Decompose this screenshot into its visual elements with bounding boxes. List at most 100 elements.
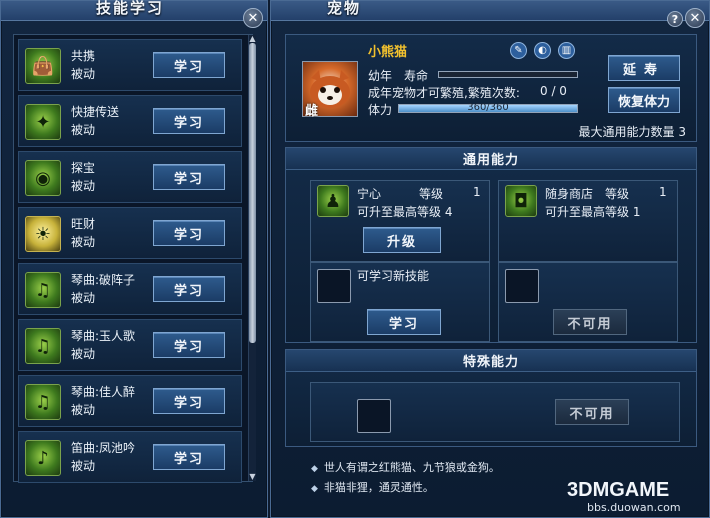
ability-slot-1: ♟ 宁心 等级 1 可升至最高等级 4 升级 (310, 180, 490, 262)
skill-row: ♪ 笛曲:凤池吟 被动 学习 (18, 431, 242, 483)
skill-name: 旺财 (71, 217, 96, 231)
skill-panel-close-button[interactable]: ✕ (243, 8, 263, 28)
zither-icon: ♫ (25, 328, 61, 364)
zither-icon: ♫ (25, 384, 61, 420)
skill-type: 被动 (71, 291, 96, 305)
learn-skill-button[interactable]: 学习 (153, 444, 225, 470)
learn-new-text: 可学习新技能 (357, 269, 430, 283)
unavailable-button[interactable]: 不可用 (553, 309, 627, 335)
skill-type: 被动 (71, 235, 96, 249)
diamond-bullet-icon: ◆ (311, 484, 318, 494)
skill-row: 👜 共携 被动 学习 (18, 39, 242, 91)
learn-skill-button[interactable]: 学习 (153, 164, 225, 190)
upgrade-button[interactable]: 升级 (363, 227, 441, 253)
learn-skill-button[interactable]: 学习 (153, 388, 225, 414)
learn-skill-button[interactable]: 学习 (153, 220, 225, 246)
flute-icon: ♪ (25, 440, 61, 476)
swirl-icon: ◐ (538, 45, 547, 56)
trash-icon: ▥ (561, 45, 572, 56)
learn-skill-button[interactable]: 学习 (153, 332, 225, 358)
pet-note-2: ◆ 非猫非狸，通灵通性。 (311, 479, 434, 495)
bag-icon: 👜 (25, 48, 61, 84)
restore-stamina-button[interactable]: 恢复体力 (608, 87, 680, 113)
watermark-site: bbs.duowan.com (587, 501, 681, 514)
skill-row: ☀ 旺财被动 学习 (18, 207, 242, 259)
skill-name: 琴曲:佳人醉 (71, 385, 136, 399)
pen-icon: ✎ (514, 45, 523, 56)
lifespan-label: 寿命 (404, 69, 429, 83)
delete-button[interactable]: ▥ (558, 42, 575, 59)
edit-name-button[interactable]: ✎ (510, 42, 527, 59)
empty-ability-icon (505, 269, 539, 303)
skill-row: ✦ 快捷传送 被动 学习 (18, 95, 242, 147)
special-unavailable-button[interactable]: 不可用 (555, 399, 629, 425)
pet-note-1: ◆ 世人有谓之红熊猫、九节狼或金狗。 (311, 459, 500, 475)
skill-glyph: 👜 (31, 55, 55, 77)
skill-glyph: ♫ (34, 391, 52, 413)
ability-slot-4: 不可用 (498, 262, 678, 342)
extend-lifespan-button[interactable]: 延寿 (608, 55, 680, 81)
skill-name: 琴曲:玉人歌 (71, 329, 136, 343)
ability-level-label: 等级 (605, 187, 630, 201)
skill-glyph: ♫ (34, 335, 52, 357)
release-button[interactable]: ◐ (534, 42, 551, 59)
sun-moon-icon: ☀ (25, 216, 61, 252)
skill-glyph: ◉ (35, 167, 51, 189)
teleport-icon: ✦ (25, 104, 61, 140)
skill-type: 被动 (71, 347, 96, 361)
pet-name: 小熊猫 (368, 45, 408, 60)
breed-text: 成年宠物才可繁殖,繁殖次数: (368, 86, 520, 100)
empty-ability-icon (317, 269, 351, 303)
watermark-brand: 3DMGAME (567, 479, 670, 501)
meditation-glyph: ♟ (324, 190, 342, 212)
ability-name: 随身商店 (545, 187, 594, 201)
special-ability-slot: 不可用 (310, 382, 680, 442)
stamina-label: 体力 (368, 103, 393, 117)
skill-row: ♫ 琴曲:玉人歌 被动 学习 (18, 319, 242, 371)
lifespan-bar (438, 71, 578, 78)
stamina-bar: 360/360 (398, 102, 578, 113)
scroll-up-arrow-icon[interactable]: ▲ (248, 35, 257, 43)
ability-level-label: 等级 (419, 187, 444, 201)
skill-type: 被动 (71, 403, 96, 417)
skill-type: 被动 (71, 179, 96, 193)
learn-ability-button[interactable]: 学习 (367, 309, 441, 335)
pet-panel-title: 宠物 (327, 0, 362, 17)
skill-glyph: ✦ (35, 111, 51, 133)
skill-type: 被动 (71, 123, 96, 137)
ability-max-level: 可升至最高等级 4 (357, 205, 453, 219)
help-button[interactable]: ? (667, 11, 683, 27)
meditation-icon: ♟ (317, 185, 349, 217)
skill-learning-panel: 技能学习 ✕ ▲ ▼ 👜 共携 被动 学习 ✦ 快捷传送 被动 学习 ◉ 探宝 被动 学习 ☀ 旺财 被动学… (0, 0, 268, 518)
pet-note-text: 非猫非狸，通灵通性。 (323, 481, 434, 494)
skill-name: 琴曲:破阵子 (71, 273, 136, 287)
pet-stage: 幼年 (368, 69, 393, 83)
skill-type: 被动 (71, 459, 96, 473)
ability-slot-3: 可学习新技能 学习 (310, 262, 490, 342)
learn-skill-button[interactable]: 学习 (153, 108, 225, 134)
shop-glyph: ◘ (513, 190, 529, 212)
pet-info-section: 雌 小熊猫 ✎ ◐ ▥ 幼年 寿命 成年宠物才可繁殖,繁殖次数: 0 / 0 体… (285, 34, 697, 142)
skill-glyph: ♫ (34, 279, 52, 301)
skill-row: ♫ 琴曲:佳人醉 被动 学习 (18, 375, 242, 427)
general-abilities-section: 通用能力 ♟ 宁心 等级 1 可升至最高等级 4 升级 ◘ 随身商店 等级 1 … (285, 147, 697, 343)
max-abilities-text: 最大通用能力数量 3 (578, 125, 686, 139)
ability-level: 1 (473, 185, 481, 199)
skill-row: ◉ 探宝被动 学习 (18, 151, 242, 203)
scroll-thumb[interactable] (249, 43, 256, 343)
breed-count: 0 / 0 (540, 84, 567, 98)
skill-list-scrollbar[interactable]: ▲ ▼ (248, 35, 256, 481)
empty-special-icon (357, 399, 391, 433)
skill-name: 探宝 (71, 161, 96, 175)
skill-list: ▲ ▼ 👜 共携 被动 学习 ✦ 快捷传送 被动 学习 ◉ 探宝 被动 学习 ☀ 旺财 被动 学习 ♫ 琴曲:破阵… (13, 34, 256, 483)
special-abilities-header: 特殊能力 (286, 350, 696, 372)
learn-skill-button[interactable]: 学习 (153, 276, 225, 302)
ability-name: 宁心 (357, 187, 382, 201)
pet-panel-close-button[interactable]: ✕ (685, 8, 705, 28)
special-abilities-section: 特殊能力 不可用 (285, 349, 697, 447)
stamina-value: 360/360 (467, 102, 509, 113)
skill-panel-title: 技能学习 (96, 0, 165, 17)
learn-skill-button[interactable]: 学习 (153, 52, 225, 78)
diamond-bullet-icon: ◆ (311, 464, 318, 474)
scroll-down-arrow-icon[interactable]: ▼ (248, 473, 257, 481)
